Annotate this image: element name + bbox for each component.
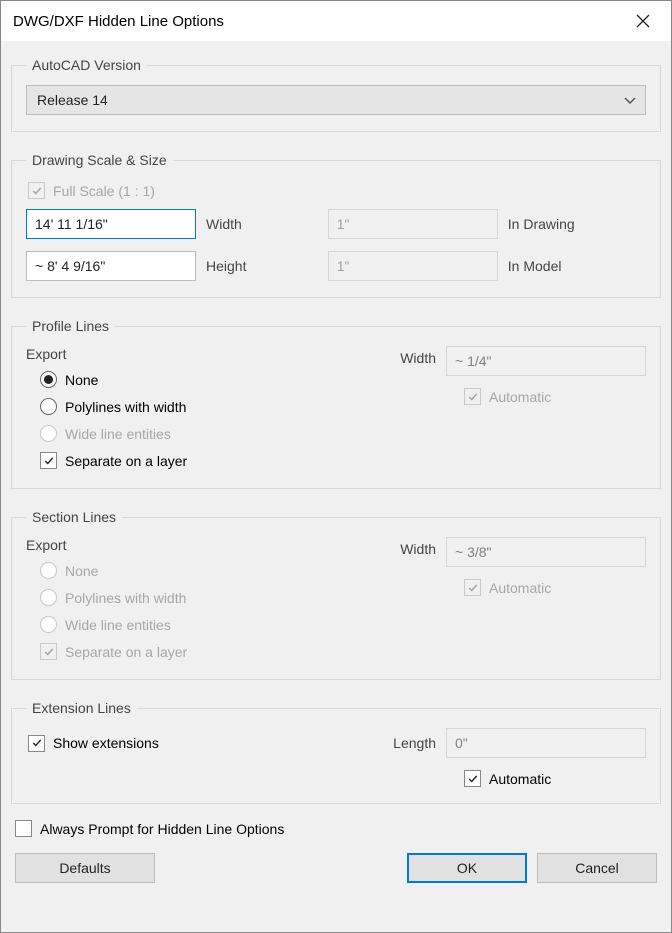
in-drawing-label: In Drawing: [508, 216, 646, 232]
section-auto-checkbox: [464, 579, 481, 596]
section-none-row: None: [26, 559, 362, 582]
profile-poly-row[interactable]: Polylines with width: [26, 395, 362, 418]
section-poly-radio: [40, 589, 57, 606]
show-extensions-label: Show extensions: [53, 735, 159, 751]
extension-auto-checkbox[interactable]: [464, 770, 481, 787]
in-drawing-input: [328, 209, 498, 239]
cancel-button[interactable]: Cancel: [537, 853, 657, 883]
close-icon: [636, 14, 650, 28]
profile-separate-label: Separate on a layer: [65, 453, 187, 469]
profile-width-input: [446, 346, 646, 376]
section-lines-group: Section Lines Export None Polylines with…: [11, 509, 661, 680]
profile-none-row[interactable]: None: [26, 368, 362, 391]
section-wide-radio: [40, 616, 57, 633]
extension-lines-group: Extension Lines Show extensions Length A…: [11, 700, 661, 804]
profile-wide-row: Wide line entities: [26, 422, 362, 445]
section-width-input: [446, 537, 646, 567]
close-button[interactable]: [625, 3, 661, 39]
full-scale-row: Full Scale (1 : 1): [28, 182, 646, 199]
in-model-label: In Model: [508, 258, 646, 274]
length-input: [446, 728, 646, 758]
section-separate-label: Separate on a layer: [65, 644, 187, 660]
profile-none-radio[interactable]: [40, 371, 57, 388]
profile-separate-checkbox[interactable]: [40, 452, 57, 469]
section-lines-legend: Section Lines: [26, 509, 122, 525]
profile-poly-radio[interactable]: [40, 398, 57, 415]
always-prompt-checkbox[interactable]: [15, 820, 32, 837]
section-poly-row: Polylines with width: [26, 586, 362, 609]
autocad-version-group: AutoCAD Version Release 14: [11, 57, 661, 132]
section-wide-label: Wide line entities: [65, 617, 171, 633]
extension-auto-label: Automatic: [489, 771, 551, 787]
profile-separate-row[interactable]: Separate on a layer: [26, 449, 362, 472]
autocad-version-legend: AutoCAD Version: [26, 57, 147, 73]
profile-none-label: None: [65, 372, 98, 388]
title-bar: DWG/DXF Hidden Line Options: [1, 1, 671, 41]
width-input[interactable]: [26, 209, 196, 239]
drawing-scale-group: Drawing Scale & Size Full Scale (1 : 1) …: [11, 152, 661, 298]
section-none-radio: [40, 562, 57, 579]
section-wide-row: Wide line entities: [26, 613, 362, 636]
section-separate-row: Separate on a layer: [26, 640, 362, 663]
profile-lines-group: Profile Lines Export None Polylines with…: [11, 318, 661, 489]
profile-export-label: Export: [26, 346, 362, 362]
in-model-input: [328, 251, 498, 281]
ok-button[interactable]: OK: [407, 853, 527, 883]
button-row: Defaults OK Cancel: [11, 853, 661, 883]
section-width-label: Width: [372, 537, 436, 557]
height-label: Height: [206, 258, 318, 274]
always-prompt-row[interactable]: Always Prompt for Hidden Line Options: [11, 818, 661, 839]
length-label: Length: [372, 735, 436, 751]
section-auto-label: Automatic: [489, 580, 551, 596]
profile-width-label: Width: [372, 346, 436, 366]
show-extensions-row[interactable]: Show extensions: [26, 732, 362, 755]
full-scale-checkbox: [28, 182, 45, 199]
always-prompt-label: Always Prompt for Hidden Line Options: [40, 821, 284, 837]
show-extensions-checkbox[interactable]: [28, 735, 45, 752]
full-scale-label: Full Scale (1 : 1): [53, 183, 155, 199]
profile-poly-label: Polylines with width: [65, 399, 186, 415]
profile-auto-label: Automatic: [489, 389, 551, 405]
dialog-content: AutoCAD Version Release 14 Drawing Scale…: [1, 41, 671, 932]
profile-auto-checkbox: [464, 388, 481, 405]
section-export-label: Export: [26, 537, 362, 553]
defaults-button[interactable]: Defaults: [15, 853, 155, 883]
height-input[interactable]: [26, 251, 196, 281]
section-none-label: None: [65, 563, 98, 579]
profile-wide-label: Wide line entities: [65, 426, 171, 442]
window-title: DWG/DXF Hidden Line Options: [13, 13, 224, 30]
profile-lines-legend: Profile Lines: [26, 318, 115, 334]
drawing-scale-legend: Drawing Scale & Size: [26, 152, 173, 168]
autocad-version-select[interactable]: Release 14: [26, 85, 646, 115]
width-label: Width: [206, 216, 318, 232]
section-poly-label: Polylines with width: [65, 590, 186, 606]
extension-lines-legend: Extension Lines: [26, 700, 137, 716]
section-separate-checkbox: [40, 643, 57, 660]
profile-wide-radio: [40, 425, 57, 442]
